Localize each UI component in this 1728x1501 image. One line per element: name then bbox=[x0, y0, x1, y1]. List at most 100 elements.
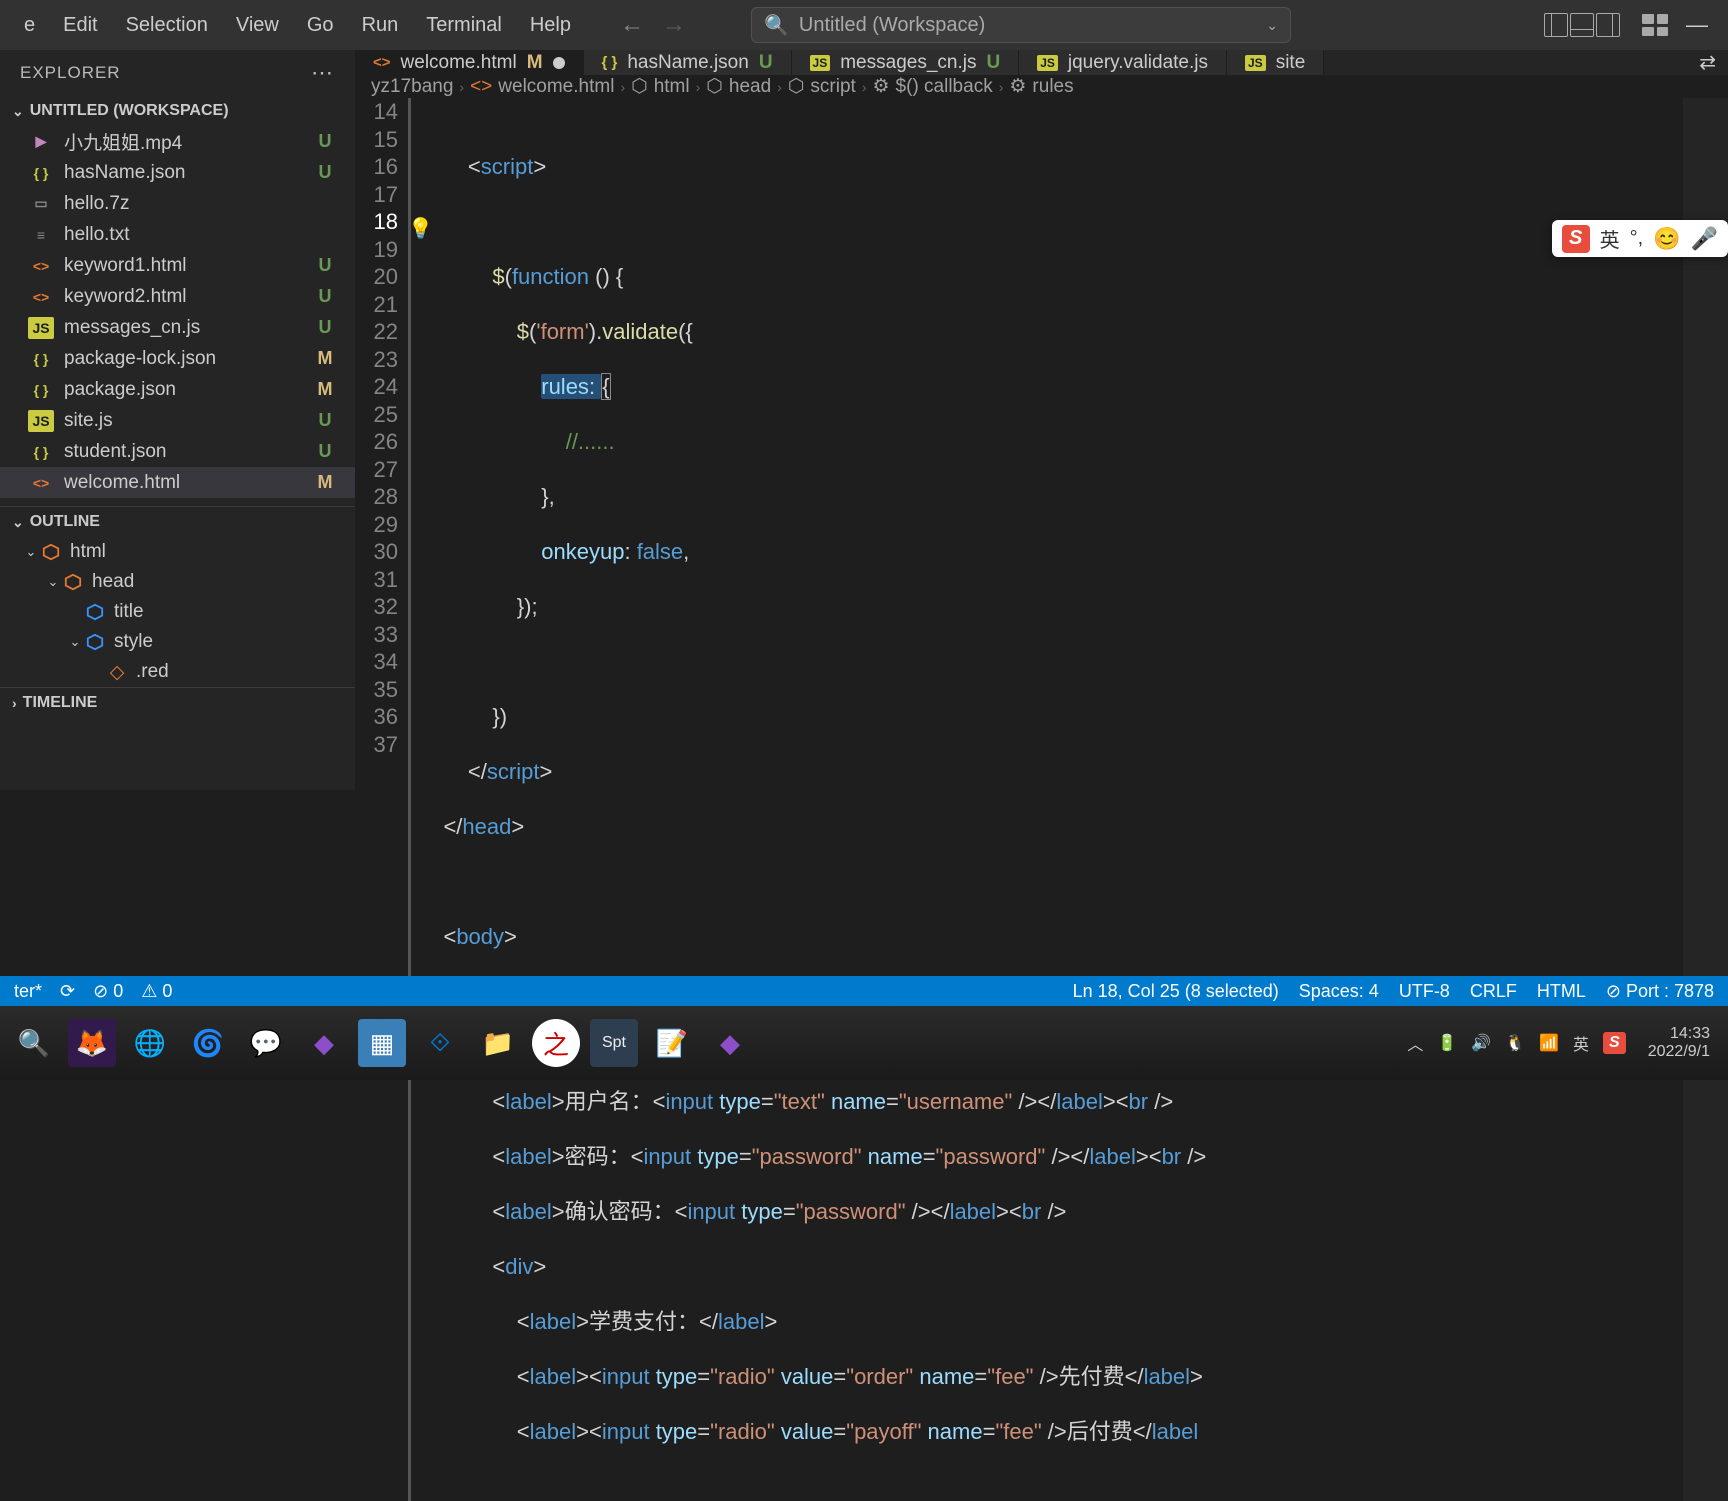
explorer-more-icon[interactable]: ⋯ bbox=[311, 60, 335, 86]
editor-tab[interactable]: JS messages_cn.js U bbox=[792, 50, 1020, 75]
editor-tab[interactable]: JS jquery.validate.js bbox=[1019, 50, 1227, 75]
tb-search-icon[interactable]: 🔍 bbox=[10, 1019, 58, 1067]
outline-header[interactable]: ⌄ OUTLINE bbox=[0, 507, 355, 537]
file-row[interactable]: { } package.json M bbox=[0, 374, 355, 405]
tray-up-icon[interactable]: ︿ bbox=[1407, 1031, 1423, 1055]
ime-toolbar[interactable]: S 英 °, 😊 🎤 bbox=[1552, 220, 1728, 257]
file-row[interactable]: <> keyword1.html U bbox=[0, 250, 355, 281]
file-row[interactable]: JS messages_cn.js U bbox=[0, 312, 355, 343]
outline-item[interactable]: title bbox=[0, 597, 355, 627]
file-row[interactable]: ▶ 小九姐姐.mp4 U bbox=[0, 126, 355, 157]
ime-lang[interactable]: 英 bbox=[1600, 224, 1620, 253]
file-row[interactable]: ≡ hello.txt bbox=[0, 219, 355, 250]
nav-back-icon[interactable]: ← bbox=[615, 8, 649, 42]
breadcrumb[interactable]: yz17bang›<>welcome.html›⬡html›⬡head›⬡scr… bbox=[355, 75, 1728, 98]
toggle-panel-icon[interactable] bbox=[1570, 13, 1594, 37]
tb-vs2-icon[interactable]: ◆ bbox=[706, 1019, 754, 1067]
outline-item[interactable]: ⌄ html bbox=[0, 537, 355, 567]
statusbar: ter* ⟳ ⊘ 0 ⚠ 0 Ln 18, Col 25 (8 selected… bbox=[0, 976, 1728, 1006]
breadcrumb-label: head bbox=[729, 76, 771, 98]
tray-volume-icon[interactable]: 🔊 bbox=[1471, 1033, 1491, 1053]
window-minimize-icon[interactable]: — bbox=[1676, 12, 1718, 38]
tb-wechat-icon[interactable]: 💬 bbox=[242, 1019, 290, 1067]
ime-emoji-icon[interactable]: 😊 bbox=[1653, 226, 1680, 252]
sb-encoding[interactable]: UTF-8 bbox=[1399, 981, 1450, 1002]
file-row[interactable]: { } package-lock.json M bbox=[0, 343, 355, 374]
tb-notes-icon[interactable]: 📝 bbox=[648, 1019, 696, 1067]
editor-tab[interactable]: <> welcome.html M bbox=[355, 50, 584, 75]
tray-qq-icon[interactable]: 🐧 bbox=[1505, 1033, 1525, 1053]
menu-view[interactable]: View bbox=[222, 8, 293, 43]
toggle-primary-sidebar-icon[interactable] bbox=[1544, 13, 1568, 37]
tray-sogou-icon[interactable]: S bbox=[1603, 1032, 1626, 1054]
tab-js-icon: JS bbox=[1037, 55, 1058, 71]
editor-tab[interactable]: JS site bbox=[1227, 50, 1324, 75]
taskbar-clock[interactable]: 14:33 2022/9/1 bbox=[1648, 1025, 1710, 1061]
sb-spaces[interactable]: Spaces: 4 bbox=[1299, 981, 1379, 1002]
tab-js-icon: JS bbox=[1245, 55, 1266, 71]
breadcrumb-item[interactable]: yz17bang bbox=[371, 76, 453, 98]
editor-tab[interactable]: { } hasName.json U bbox=[584, 50, 792, 75]
sb-warnings[interactable]: ⚠ 0 bbox=[141, 981, 172, 1002]
breadcrumb-item[interactable]: ⬡html bbox=[631, 75, 690, 98]
file-row[interactable]: <> welcome.html M bbox=[0, 467, 355, 498]
breadcrumb-item[interactable]: ⚙rules bbox=[1009, 75, 1073, 98]
file-status: M bbox=[315, 348, 335, 369]
tb-app2-icon[interactable]: 之 bbox=[532, 1019, 580, 1067]
menu-terminal[interactable]: Terminal bbox=[412, 8, 516, 43]
command-center[interactable]: 🔍 Untitled (Workspace) ⌄ bbox=[751, 7, 1291, 43]
breadcrumb-item[interactable]: ⚙$() callback bbox=[873, 75, 993, 98]
tb-vscode-icon[interactable]: ⟐ bbox=[416, 1019, 464, 1067]
file-name: package.json bbox=[64, 379, 315, 401]
file-row[interactable]: { } hasName.json U bbox=[0, 157, 355, 188]
tb-chrome-icon[interactable]: 🌐 bbox=[126, 1019, 174, 1067]
sb-lang[interactable]: HTML bbox=[1537, 981, 1586, 1002]
tray-battery-icon[interactable]: 🔋 bbox=[1437, 1033, 1457, 1053]
sb-port[interactable]: ⊘ Port : 7878 bbox=[1606, 981, 1714, 1002]
ime-mic-icon[interactable]: 🎤 bbox=[1691, 226, 1718, 252]
file-row[interactable]: ▭ hello.7z bbox=[0, 188, 355, 219]
breadcrumb-item[interactable]: <>welcome.html bbox=[470, 76, 614, 98]
breadcrumb-item[interactable]: ⬡script bbox=[788, 75, 856, 98]
file-row[interactable]: JS site.js U bbox=[0, 405, 355, 436]
menu-selection[interactable]: Selection bbox=[112, 8, 222, 43]
outline-item[interactable]: ⌄ style bbox=[0, 627, 355, 657]
menu-help[interactable]: Help bbox=[516, 8, 585, 43]
sb-errors[interactable]: ⊘ 0 bbox=[93, 981, 123, 1002]
tb-app1-icon[interactable]: ▦ bbox=[358, 1019, 406, 1067]
code-area[interactable]: 1415161718192021222324252627282930313233… bbox=[355, 98, 1728, 1501]
tb-edge-icon[interactable]: 🌀 bbox=[184, 1019, 232, 1067]
code-content[interactable]: 💡 <script> $(function () { $('form').val… bbox=[411, 98, 1728, 1501]
lightbulb-icon[interactable]: 💡 bbox=[411, 216, 433, 244]
toggle-secondary-sidebar-icon[interactable] bbox=[1596, 13, 1620, 37]
minimap[interactable] bbox=[1683, 98, 1728, 1501]
tb-vs-icon[interactable]: ◆ bbox=[300, 1019, 348, 1067]
breadcrumb-item[interactable]: ⬡head bbox=[706, 75, 771, 98]
sb-cursor[interactable]: Ln 18, Col 25 (8 selected) bbox=[1073, 981, 1279, 1002]
outline-item[interactable]: ⌄ head bbox=[0, 567, 355, 597]
tab-compare-icon[interactable]: ⇄ bbox=[1699, 50, 1716, 75]
tray-ime-lang[interactable]: 英 bbox=[1573, 1031, 1589, 1055]
tray-wifi-icon[interactable]: 📶 bbox=[1539, 1033, 1559, 1053]
customize-layout-icon[interactable] bbox=[1642, 14, 1668, 36]
tb-firefox-icon[interactable]: 🦊 bbox=[68, 1019, 116, 1067]
sb-branch[interactable]: ter* bbox=[14, 981, 42, 1002]
sb-eol[interactable]: CRLF bbox=[1470, 981, 1517, 1002]
outline-item[interactable]: ◇ .red bbox=[0, 657, 355, 687]
menu-edit[interactable]: Edit bbox=[49, 8, 111, 43]
file-name: 小九姐姐.mp4 bbox=[64, 128, 315, 155]
menu-file[interactable]: e bbox=[10, 8, 49, 43]
ime-comma-icon[interactable]: °, bbox=[1630, 227, 1644, 250]
menu-run[interactable]: Run bbox=[348, 8, 413, 43]
menu-go[interactable]: Go bbox=[293, 8, 348, 43]
file-row[interactable]: <> keyword2.html U bbox=[0, 281, 355, 312]
workspace-header[interactable]: ⌄ UNTITLED (WORKSPACE) bbox=[0, 96, 355, 126]
tb-spt-icon[interactable]: Spt bbox=[590, 1019, 638, 1067]
file-row[interactable]: { } student.json U bbox=[0, 436, 355, 467]
sb-sync-icon[interactable]: ⟳ bbox=[60, 981, 75, 1002]
tb-explorer-icon[interactable]: 📁 bbox=[474, 1019, 522, 1067]
nav-forward-icon[interactable]: → bbox=[657, 8, 691, 42]
tab-json-icon: { } bbox=[602, 54, 618, 71]
timeline-header[interactable]: › TIMELINE bbox=[0, 687, 355, 718]
windows-taskbar: 🔍 🦊 🌐 🌀 💬 ◆ ▦ ⟐ 📁 之 Spt 📝 ◆ ︿ 🔋 🔊 🐧 📶 英 … bbox=[0, 1006, 1728, 1080]
